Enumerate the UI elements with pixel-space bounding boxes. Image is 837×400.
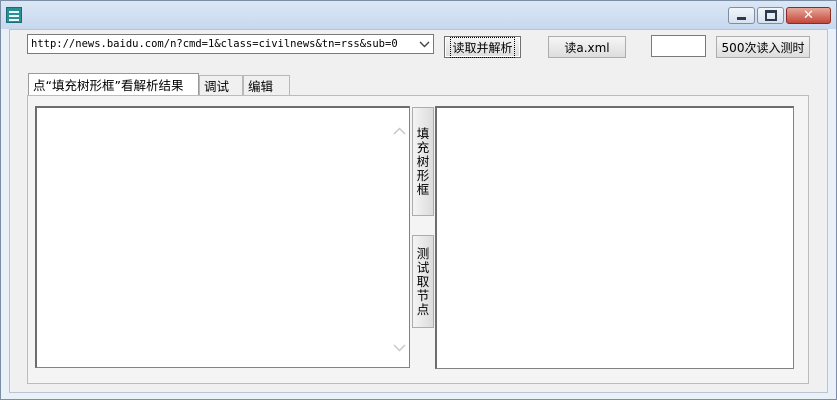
close-icon: ✕	[803, 8, 814, 23]
maximize-button[interactable]	[757, 7, 784, 24]
minimize-button[interactable]	[728, 7, 755, 24]
tab-label: 调试	[204, 79, 230, 94]
tree-view[interactable]	[35, 106, 410, 368]
scroll-down-button[interactable]	[391, 341, 407, 355]
tab-label: 编辑	[248, 79, 274, 94]
read-parse-button[interactable]: 读取并解析	[444, 36, 521, 58]
url-combobox[interactable]: http://news.baidu.com/n?cmd=1&class=civi…	[27, 34, 434, 54]
tab-parse-result[interactable]: 点“填充树形框”看解析结果	[28, 73, 199, 95]
caption-buttons: ✕	[726, 7, 831, 24]
read-xml-label: 读a.xml	[564, 40, 610, 55]
chevron-up-icon	[392, 127, 406, 135]
scroll-up-button[interactable]	[391, 124, 407, 138]
result-textbox[interactable]	[435, 106, 794, 369]
button-char: 测	[416, 245, 430, 261]
button-char: 节	[416, 287, 430, 303]
read-500-times-button[interactable]: 500次读入测时	[716, 36, 810, 58]
button-char: 充	[416, 139, 430, 155]
read-parse-label: 读取并解析	[450, 36, 515, 58]
tab-edit[interactable]: 编辑	[243, 75, 290, 95]
url-dropdown-button[interactable]	[416, 35, 433, 53]
count-input[interactable]	[651, 35, 706, 57]
read-500-times-label: 500次读入测时	[721, 40, 805, 55]
fill-tree-button[interactable]: 填 充 树 形 框	[412, 107, 434, 216]
button-char: 树	[416, 153, 430, 169]
button-char: 取	[416, 273, 430, 289]
app-icon	[6, 7, 22, 23]
button-char: 框	[416, 181, 430, 197]
button-char: 填	[416, 125, 430, 141]
button-char: 试	[416, 259, 430, 275]
maximize-icon	[764, 10, 777, 21]
chevron-down-icon	[392, 344, 406, 352]
button-char: 形	[416, 167, 430, 183]
read-xml-button[interactable]: 读a.xml	[548, 36, 626, 58]
test-node-button[interactable]: 测 试 取 节 点	[412, 235, 434, 328]
title-bar[interactable]: ✕	[1, 1, 836, 29]
close-button[interactable]: ✕	[786, 7, 831, 24]
url-input[interactable]: http://news.baidu.com/n?cmd=1&class=civi…	[31, 37, 398, 52]
tab-debug[interactable]: 调试	[199, 75, 243, 95]
tab-label: 点“填充树形框”看解析结果	[33, 78, 184, 93]
button-char: 点	[416, 301, 430, 317]
minimize-icon	[737, 16, 746, 20]
chevron-down-icon	[419, 41, 430, 47]
